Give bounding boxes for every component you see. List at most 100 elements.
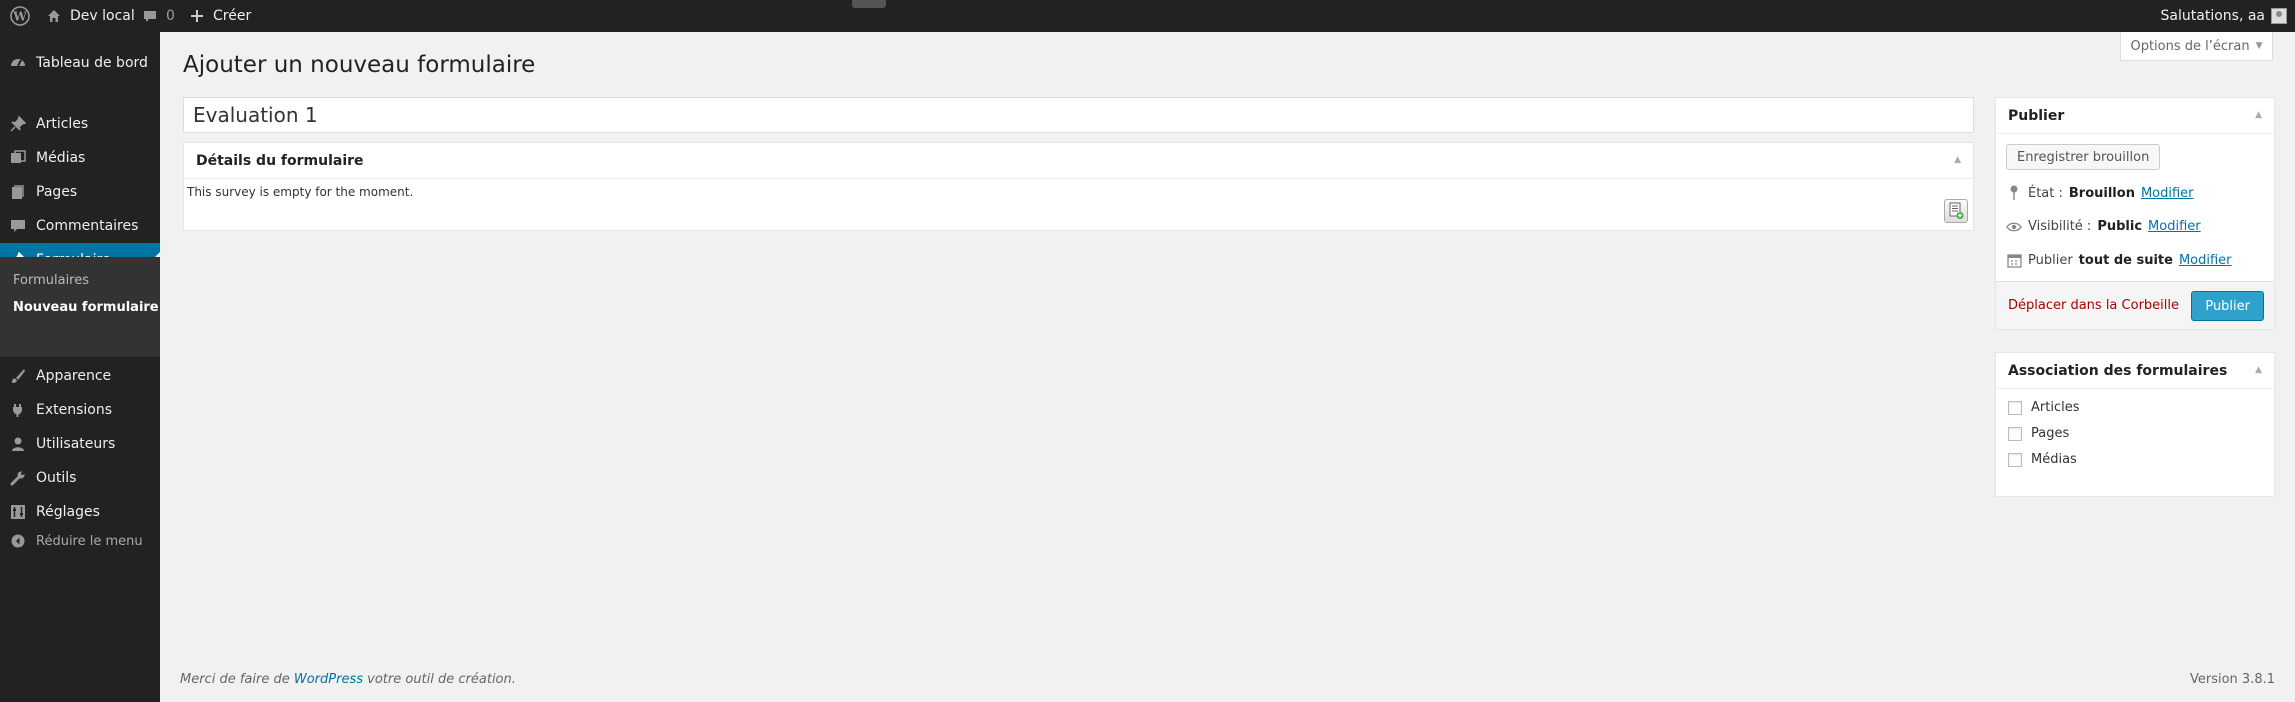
visibility-label: Visibilité : (2028, 219, 2092, 234)
association-option-articles[interactable]: Articles (2008, 400, 2079, 415)
footer-version: Version 3.8.1 (2189, 672, 2275, 687)
sidebar-item-label: Extensions (36, 402, 113, 418)
sidebar-item-outils[interactable]: Outils (0, 461, 160, 495)
admin-menu: Tableau de bord Articles Médias Pages Co… (0, 32, 160, 702)
sidebar-item-pages[interactable]: Pages (0, 175, 160, 209)
title-input[interactable] (183, 97, 1974, 133)
save-draft-button[interactable]: Enregistrer brouillon (2006, 144, 2161, 170)
eye-icon (2006, 222, 2022, 232)
wordpress-logo-icon[interactable]: W (6, 0, 34, 32)
details-box-header[interactable]: Détails du formulaire ▲ (184, 143, 1973, 179)
sidebar-item-commentaires[interactable]: Commentaires (0, 209, 160, 243)
greeting-label: Salutations, aa (2160, 8, 2265, 24)
sidebar-item-label: Commentaires (36, 218, 139, 234)
sidebar-item-dashboard[interactable]: Tableau de bord (0, 46, 160, 80)
my-account-link[interactable]: Salutations, aa (2161, 0, 2287, 32)
plus-icon (187, 6, 207, 26)
comments-count: 0 (166, 8, 175, 24)
edit-date-link[interactable]: Modifier (2179, 253, 2232, 268)
checkbox[interactable] (2008, 426, 2022, 441)
sidebar-item-label: Utilisateurs (36, 436, 116, 452)
add-question-icon[interactable] (1944, 199, 1968, 223)
resize-grip (852, 0, 886, 8)
sidebar-item-label: Outils (36, 470, 77, 486)
plugin-icon (0, 402, 36, 418)
association-option-label: Médias (2031, 452, 2077, 467)
sidebar-item-label: Médias (36, 150, 86, 166)
calendar-icon (2006, 253, 2022, 268)
page-title: Ajouter un nouveau formulaire (183, 52, 536, 78)
visibility-value: Public (2097, 219, 2143, 234)
submenu-item-nouveau-formulaire[interactable]: Nouveau formulaire (13, 300, 159, 315)
settings-icon (0, 504, 36, 520)
brush-icon (0, 368, 36, 384)
sidebar-item-articles[interactable]: Articles (0, 107, 160, 141)
dashboard-icon (0, 55, 36, 71)
checkbox[interactable] (2008, 400, 2022, 415)
comments-link[interactable]: 0 (140, 0, 175, 32)
home-icon (44, 6, 64, 26)
details-box-body: This survey is empty for the moment. (184, 179, 1973, 205)
sidebar-item-apparence[interactable]: Apparence (0, 359, 160, 393)
avatar (2271, 8, 2287, 24)
status-label: État : (2028, 185, 2063, 201)
user-icon (0, 436, 36, 452)
collapse-menu-button[interactable]: Réduire le menu (0, 526, 160, 556)
pin-icon (0, 116, 36, 132)
sidebar-item-reglages[interactable]: Réglages (0, 495, 160, 529)
screen-options-label: Options de l’écran (2130, 38, 2250, 54)
footer-thanks-prefix: Merci de faire de (180, 672, 290, 687)
publish-box-title: Publier (2008, 107, 2065, 124)
wordpress-link[interactable]: WordPress (294, 672, 363, 687)
wrench-icon (0, 470, 36, 486)
publish-button[interactable]: Publier (2191, 291, 2264, 321)
comment-icon (140, 6, 160, 26)
move-to-trash-link[interactable]: Déplacer dans la Corbeille (2008, 298, 2179, 313)
footer-thanks-suffix: votre outil de création. (367, 672, 516, 687)
association-option-pages[interactable]: Pages (2008, 426, 2069, 441)
sidebar-item-utilisateurs[interactable]: Utilisateurs (0, 427, 160, 461)
media-icon (0, 150, 36, 166)
new-content-link[interactable]: Créer (187, 0, 251, 32)
footer-thanks: Merci de faire de WordPress votre outil … (180, 672, 516, 687)
checkbox[interactable] (2008, 452, 2022, 467)
edit-visibility-link[interactable]: Modifier (2148, 219, 2201, 234)
sidebar-item-label: Articles (36, 116, 89, 132)
publish-date-value: tout de suite (2078, 253, 2173, 268)
pin-icon (2006, 185, 2022, 201)
status-row: État : Brouillon Modifier (2006, 185, 2194, 201)
sidebar-item-medias[interactable]: Médias (0, 141, 160, 175)
sidebar-item-extensions[interactable]: Extensions (0, 393, 160, 427)
status-value: Brouillon (2068, 185, 2135, 201)
triangle-down-icon: ▼ (2255, 41, 2263, 51)
collapse-menu-label: Réduire le menu (36, 533, 143, 549)
visibility-row: Visibilité : Public Modifier (2006, 219, 2201, 234)
publish-date-row: Publier tout de suite Modifier (2006, 253, 2232, 268)
toggle-triangle-icon[interactable]: ▲ (2255, 365, 2262, 375)
edit-status-link[interactable]: Modifier (2141, 186, 2194, 201)
screen-options-button[interactable]: Options de l’écran ▼ (2120, 32, 2273, 61)
publish-box-header[interactable]: Publier ▲ (1996, 98, 2274, 134)
site-name-label: Dev local (70, 8, 135, 24)
toggle-triangle-icon[interactable]: ▲ (1954, 155, 1961, 165)
collapse-arrow-icon (0, 534, 36, 548)
sidebar-item-label: Pages (36, 184, 78, 200)
details-box-title: Détails du formulaire (196, 152, 364, 169)
site-name-link[interactable]: Dev local (44, 0, 135, 32)
association-box-title: Association des formulaires (2008, 362, 2228, 379)
toggle-triangle-icon[interactable]: ▲ (2255, 110, 2262, 120)
publish-date-label: Publier (2028, 253, 2073, 268)
association-option-medias[interactable]: Médias (2008, 452, 2077, 467)
association-box: Association des formulaires ▲ Articles P… (1995, 352, 2275, 497)
association-box-header[interactable]: Association des formulaires ▲ (1996, 353, 2274, 389)
formulaire-submenu: Formulaires Nouveau formulaire (0, 257, 160, 357)
comment-icon (0, 218, 36, 234)
admin-bar: W Dev local 0 Créer Salutations, aa (0, 0, 2295, 32)
details-box: Détails du formulaire ▲ This survey is e… (183, 142, 1974, 231)
sidebar-item-label: Apparence (36, 368, 112, 384)
association-option-label: Pages (2031, 426, 2070, 441)
empty-survey-text: This survey is empty for the moment. (187, 185, 414, 199)
sidebar-item-label: Tableau de bord (36, 55, 148, 71)
submenu-item-formulaires[interactable]: Formulaires (13, 273, 89, 288)
publish-actions: Déplacer dans la Corbeille Publier (1996, 281, 2274, 329)
